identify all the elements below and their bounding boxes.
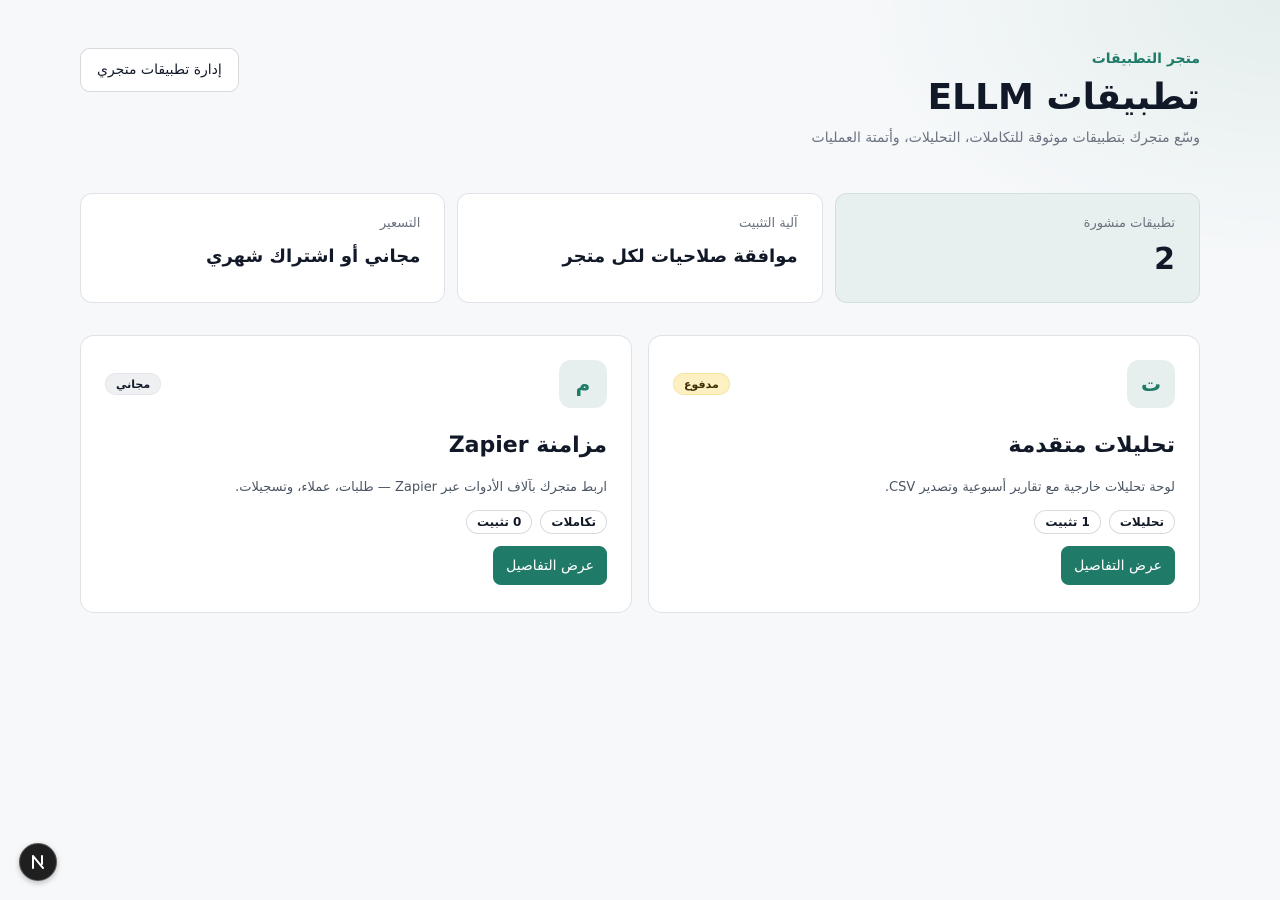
next-logo-glyph bbox=[32, 855, 44, 869]
stat-value: مجاني أو اشتراك شهري bbox=[205, 246, 421, 267]
page-eyebrow: متجر التطبيقات bbox=[1091, 51, 1200, 67]
view-details-button[interactable]: عرض التفاصيل bbox=[1061, 546, 1175, 585]
manage-my-apps-button[interactable]: إدارة تطبيقات متجري bbox=[80, 48, 239, 92]
app-description: اربط متجرك بآلاف الأدوات عبر Zapier — طل… bbox=[235, 480, 607, 495]
card-top: م مجاني bbox=[105, 360, 607, 408]
page-header: متجر التطبيقات تطبيقات ELLM وسّع متجرك ب… bbox=[80, 48, 1200, 148]
card-top: ت مدفوع bbox=[673, 360, 1175, 408]
app-avatar: ت bbox=[1127, 360, 1175, 408]
category-chip: تحليلات bbox=[1108, 510, 1175, 534]
stat-label: تطبيقات منشورة bbox=[1083, 216, 1175, 231]
marketplace-page: متجر التطبيقات تطبيقات ELLM وسّع متجرك ب… bbox=[80, 48, 1200, 613]
app-cards-grid: ت مدفوع تحليلات متقدمة لوحة تحليلات خارج… bbox=[80, 335, 1200, 613]
pricing-badge: مجاني bbox=[105, 373, 162, 395]
page-title: تطبيقات ELLM bbox=[927, 77, 1200, 118]
app-card-zapier: م مجاني مزامنة Zapier اربط متجرك بآلاف ا… bbox=[80, 335, 632, 613]
header-text: متجر التطبيقات تطبيقات ELLM وسّع متجرك ب… bbox=[812, 48, 1200, 148]
stats-row: تطبيقات منشورة 2 آلية التثبيت موافقة صلا… bbox=[80, 193, 1200, 303]
pricing-badge: مدفوع bbox=[673, 373, 730, 395]
stat-card-pricing: التسعير مجاني أو اشتراك شهري bbox=[80, 193, 446, 303]
stat-card-install-mechanism: آلية التثبيت موافقة صلاحيات لكل متجر bbox=[457, 193, 823, 303]
view-details-button[interactable]: عرض التفاصيل bbox=[493, 546, 607, 585]
app-title: تحليلات متقدمة bbox=[1008, 433, 1175, 458]
next-logo-icon[interactable] bbox=[19, 843, 57, 881]
app-title: مزامنة Zapier bbox=[448, 433, 607, 458]
stat-label: التسعير bbox=[379, 216, 421, 231]
app-description: لوحة تحليلات خارجية مع تقارير أسبوعية وت… bbox=[884, 480, 1175, 495]
stat-label: آلية التثبيت bbox=[739, 216, 798, 231]
app-card-analytics: ت مدفوع تحليلات متقدمة لوحة تحليلات خارج… bbox=[648, 335, 1200, 613]
app-avatar: م bbox=[559, 360, 607, 408]
installs-chip: 0 تثبيت bbox=[465, 510, 533, 534]
category-chip: تكاملات bbox=[540, 510, 607, 534]
stat-card-published: تطبيقات منشورة 2 bbox=[834, 193, 1200, 303]
app-chips: تحليلات 1 تثبيت bbox=[1034, 510, 1175, 534]
page-subtitle: وسّع متجرك بتطبيقات موثوقة للتكاملات، ال… bbox=[811, 130, 1200, 146]
app-chips: تكاملات 0 تثبيت bbox=[465, 510, 607, 534]
stat-value: 2 bbox=[1154, 242, 1175, 277]
stat-value: موافقة صلاحيات لكل متجر bbox=[562, 246, 798, 267]
installs-chip: 1 تثبيت bbox=[1034, 510, 1101, 534]
